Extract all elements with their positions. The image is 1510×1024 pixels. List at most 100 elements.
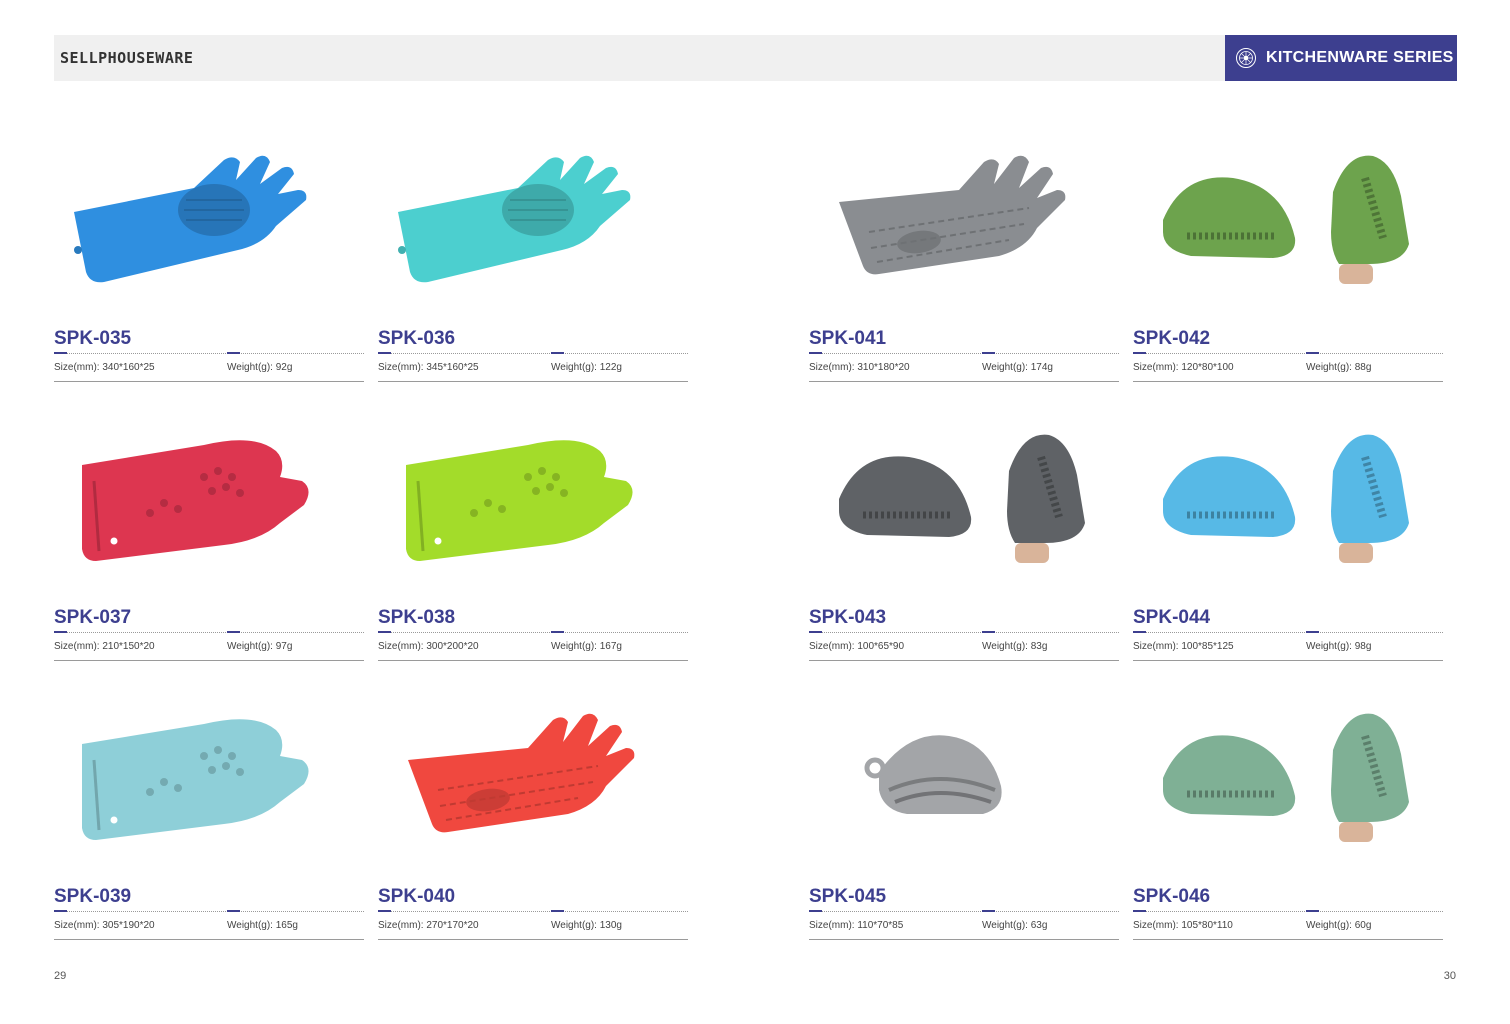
product-weight: Weight(g): 60g (1306, 920, 1372, 931)
accent-tick (378, 631, 391, 633)
product-size: Size(mm): 340*160*25 (54, 362, 155, 373)
header-bar (54, 35, 1225, 81)
product-image (406, 440, 633, 561)
product-image (1163, 434, 1409, 563)
globe-seal-icon (1236, 48, 1256, 68)
divider-dotted (1133, 911, 1443, 912)
product-size: Size(mm): 300*200*20 (378, 641, 479, 652)
product-card: SPK-038 Size(mm): 300*200*20 Weight(g): … (378, 411, 688, 681)
product-weight: Weight(g): 167g (551, 641, 622, 652)
divider (378, 381, 688, 382)
accent-tick (378, 910, 391, 912)
product-size: Size(mm): 120*80*100 (1133, 362, 1234, 373)
product-card: SPK-044 Size(mm): 100*85*125 Weight(g): … (1133, 411, 1443, 681)
divider-dotted (54, 632, 364, 633)
divider-dotted (54, 353, 364, 354)
product-image (82, 440, 309, 561)
product-card: SPK-042 Size(mm): 120*80*100 Weight(g): … (1133, 132, 1443, 402)
product-size: Size(mm): 100*85*125 (1133, 641, 1234, 652)
divider (1133, 660, 1443, 661)
product-weight: Weight(g): 98g (1306, 641, 1372, 652)
product-size: Size(mm): 305*190*20 (54, 920, 155, 931)
accent-tick (809, 910, 822, 912)
product-image (408, 713, 635, 833)
product-weight: Weight(g): 97g (227, 641, 293, 652)
product-card: SPK-035 Size(mm): 340*160*25 Weight(g): … (54, 132, 364, 402)
divider (54, 381, 364, 382)
product-weight: Weight(g): 165g (227, 920, 298, 931)
product-weight: Weight(g): 122g (551, 362, 622, 373)
accent-tick (54, 352, 67, 354)
divider (1133, 939, 1443, 940)
product-card: SPK-036 Size(mm): 345*160*25 Weight(g): … (378, 132, 688, 402)
accent-tick (1306, 910, 1319, 912)
product-size: Size(mm): 105*80*110 (1133, 920, 1233, 931)
series-banner: KITCHENWARE SERIES (1225, 35, 1457, 81)
product-code: SPK-041 (809, 328, 887, 349)
product-code: SPK-044 (1133, 607, 1211, 628)
product-weight: Weight(g): 174g (982, 362, 1053, 373)
product-code: SPK-036 (378, 328, 456, 349)
product-code: SPK-045 (809, 886, 887, 907)
accent-tick (809, 631, 822, 633)
divider (809, 939, 1119, 940)
divider-dotted (809, 911, 1119, 912)
product-card: SPK-037 Size(mm): 210*150*20 Weight(g): … (54, 411, 364, 681)
page-number-right: 30 (1443, 970, 1456, 982)
accent-tick (227, 352, 240, 354)
product-image (839, 434, 1085, 563)
accent-tick (54, 910, 67, 912)
product-code: SPK-038 (378, 607, 456, 628)
product-image (398, 155, 631, 283)
divider-dotted (378, 911, 688, 912)
accent-tick (1306, 631, 1319, 633)
divider (378, 660, 688, 661)
product-size: Size(mm): 110*70*85 (809, 920, 904, 931)
divider-dotted (1133, 353, 1443, 354)
accent-tick (551, 910, 564, 912)
product-card: SPK-045 Size(mm): 110*70*85 Weight(g): 6… (809, 690, 1119, 960)
product-code: SPK-037 (54, 607, 132, 628)
product-image (1163, 713, 1409, 842)
page-number-left: 29 (54, 970, 67, 982)
product-card: SPK-046 Size(mm): 105*80*110 Weight(g): … (1133, 690, 1443, 960)
product-card: SPK-041 Size(mm): 310*180*20 Weight(g): … (809, 132, 1119, 402)
divider-dotted (1133, 632, 1443, 633)
product-size: Size(mm): 210*150*20 (54, 641, 155, 652)
product-size: Size(mm): 100*65*90 (809, 641, 905, 652)
accent-tick (809, 352, 822, 354)
product-size: Size(mm): 270*170*20 (378, 920, 479, 931)
product-weight: Weight(g): 92g (227, 362, 293, 373)
product-size: Size(mm): 345*160*25 (378, 362, 479, 373)
product-image (864, 735, 1002, 814)
accent-tick (1133, 631, 1146, 633)
accent-tick (1133, 910, 1146, 912)
accent-tick (54, 631, 67, 633)
product-weight: Weight(g): 63g (982, 920, 1048, 931)
product-card: SPK-040 Size(mm): 270*170*20 Weight(g): … (378, 690, 688, 960)
product-code: SPK-035 (54, 328, 132, 349)
accent-tick (982, 352, 995, 354)
divider-dotted (378, 353, 688, 354)
product-image (74, 155, 307, 283)
divider (54, 939, 364, 940)
divider (1133, 381, 1443, 382)
accent-tick (1306, 352, 1319, 354)
product-code: SPK-042 (1133, 328, 1211, 349)
divider (809, 381, 1119, 382)
divider-dotted (378, 632, 688, 633)
accent-tick (982, 631, 995, 633)
accent-tick (551, 352, 564, 354)
accent-tick (551, 631, 564, 633)
divider-dotted (54, 911, 364, 912)
product-image (839, 155, 1066, 275)
product-image (82, 719, 309, 840)
product-weight: Weight(g): 88g (1306, 362, 1372, 373)
divider-dotted (809, 632, 1119, 633)
accent-tick (227, 631, 240, 633)
accent-tick (1133, 352, 1146, 354)
divider (378, 939, 688, 940)
product-card: SPK-039 Size(mm): 305*190*20 Weight(g): … (54, 690, 364, 960)
accent-tick (378, 352, 391, 354)
divider (54, 660, 364, 661)
